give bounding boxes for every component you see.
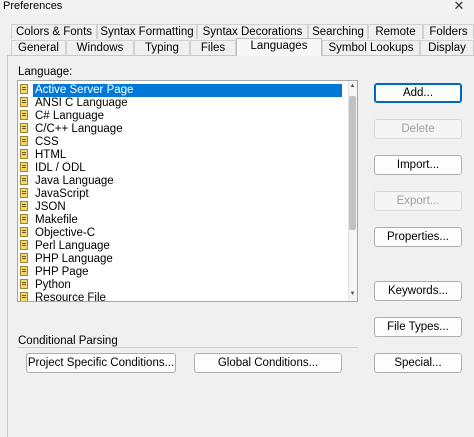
tab-languages[interactable]: Languages xyxy=(236,38,322,56)
tab-remote[interactable]: Remote xyxy=(368,24,423,39)
language-file-icon xyxy=(20,227,28,237)
language-file-icon xyxy=(20,253,28,263)
title-bar xyxy=(0,0,474,14)
properties-button[interactable]: Properties... xyxy=(374,227,462,247)
tab-typing[interactable]: Typing xyxy=(134,40,190,55)
tab-syntax-decorations[interactable]: Syntax Decorations xyxy=(197,24,308,39)
list-item[interactable]: Resource File xyxy=(20,292,108,301)
list-item[interactable]: Java Language xyxy=(20,175,116,188)
list-item[interactable]: C/C++ Language xyxy=(20,123,125,136)
language-file-icon xyxy=(20,188,28,198)
language-file-icon xyxy=(20,201,28,211)
tab-files[interactable]: Files xyxy=(190,40,236,55)
group-divider xyxy=(17,347,358,348)
list-item[interactable]: HTML xyxy=(20,149,68,162)
list-item[interactable]: PHP Language xyxy=(20,253,115,266)
tab-colors-fonts[interactable]: Colors & Fonts xyxy=(11,24,97,39)
language-file-icon xyxy=(20,240,28,250)
language-file-icon xyxy=(20,292,28,301)
language-file-icon xyxy=(20,149,28,159)
scroll-up-icon[interactable]: ▲ xyxy=(348,83,357,89)
language-file-icon xyxy=(20,84,28,94)
tab-general[interactable]: General xyxy=(11,40,66,55)
tab-windows[interactable]: Windows xyxy=(66,40,134,55)
language-list[interactable]: Active Server Page ANSI C Language C# La… xyxy=(17,80,358,302)
project-conditions-button[interactable]: Project Specific Conditions... xyxy=(26,353,176,373)
close-icon[interactable]: ✕ xyxy=(450,0,468,14)
tab-searching[interactable]: Searching xyxy=(308,24,368,39)
language-file-icon xyxy=(20,110,28,120)
list-item[interactable]: PHP Page xyxy=(20,266,91,279)
keywords-button[interactable]: Keywords... xyxy=(374,281,462,301)
tab-folders[interactable]: Folders xyxy=(423,24,474,39)
list-item[interactable]: Python xyxy=(20,279,73,292)
tab-symbol-lookups[interactable]: Symbol Lookups xyxy=(322,40,420,55)
list-item[interactable]: IDL / ODL xyxy=(20,162,88,175)
language-file-icon xyxy=(20,266,28,276)
delete-button[interactable]: Delete xyxy=(374,119,462,139)
language-file-icon xyxy=(20,175,28,185)
import-button[interactable]: Import... xyxy=(374,155,462,175)
scroll-down-icon[interactable]: ▼ xyxy=(348,291,357,297)
language-file-icon xyxy=(20,162,28,172)
window-title: Preferences xyxy=(3,0,63,12)
tab-syntax-formatting[interactable]: Syntax Formatting xyxy=(97,24,197,39)
list-item[interactable]: CSS xyxy=(20,136,61,149)
add-button[interactable]: Add... xyxy=(374,83,462,103)
language-file-icon xyxy=(20,97,28,107)
export-button[interactable]: Export... xyxy=(374,191,462,211)
file-types-button[interactable]: File Types... xyxy=(374,317,462,337)
list-item[interactable]: C# Language xyxy=(20,110,106,123)
scrollbar-thumb[interactable] xyxy=(349,96,356,230)
list-item[interactable]: ANSI C Language xyxy=(20,97,130,110)
list-item[interactable]: Makefile xyxy=(20,214,80,227)
language-file-icon xyxy=(20,279,28,289)
language-file-icon xyxy=(20,136,28,146)
list-item[interactable]: JavaScript xyxy=(20,188,91,201)
list-item[interactable]: Active Server Page xyxy=(20,84,342,97)
language-file-icon xyxy=(20,123,28,133)
global-conditions-button[interactable]: Global Conditions... xyxy=(194,353,342,373)
language-file-icon xyxy=(20,214,28,224)
list-item[interactable]: Objective-C xyxy=(20,227,97,240)
list-item[interactable]: Perl Language xyxy=(20,240,112,253)
tab-display[interactable]: Display xyxy=(420,40,474,55)
list-item[interactable]: JSON xyxy=(20,201,68,214)
language-label: Language: xyxy=(18,66,73,78)
conditional-parsing-label: Conditional Parsing xyxy=(18,335,118,347)
special-button[interactable]: Special... xyxy=(374,353,462,373)
